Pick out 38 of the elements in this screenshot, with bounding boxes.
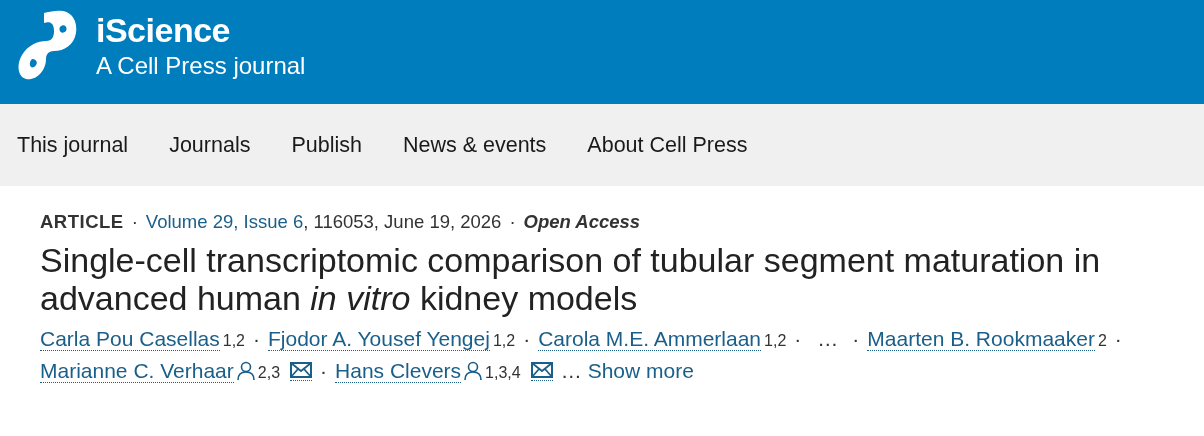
author-link[interactable]: Hans Clevers	[335, 360, 462, 383]
issue-link[interactable]: Volume 29, Issue 6	[145, 211, 304, 233]
author-link[interactable]: Marianne C. Verhaar	[40, 360, 234, 383]
nav-link[interactable]: About Cell Press	[587, 132, 748, 158]
separator-dot: ·	[253, 326, 260, 352]
separator-dot: ·	[320, 358, 328, 384]
author-link[interactable]: Carla Pou Casellas	[40, 328, 220, 351]
affiliation-numbers: 2,3	[257, 365, 281, 381]
email-icon[interactable]	[290, 362, 313, 381]
affiliation-numbers: 2	[1097, 333, 1107, 349]
nav-link[interactable]: News & events	[402, 132, 547, 158]
affiliation-numbers: 1,2	[764, 333, 787, 349]
article-info: , 116053, June 19, 2026	[303, 211, 502, 233]
separator-dot: ·	[794, 326, 802, 352]
ellipsis: …	[817, 326, 839, 352]
separator-dot: ·	[852, 326, 860, 352]
nav-link[interactable]: Publish	[291, 132, 362, 158]
email-icon[interactable]	[530, 362, 553, 381]
article-type: ARTICLE	[40, 211, 124, 233]
journal-tagline: A Cell Press journal	[96, 51, 306, 81]
nav-link[interactable]: This journal	[17, 132, 129, 158]
show-more-link[interactable]: Show more	[587, 355, 694, 387]
separator-dot: ·	[509, 211, 516, 233]
journal-name[interactable]: iScience	[96, 10, 306, 50]
affiliation-numbers: 1,2	[492, 333, 516, 349]
affiliation-numbers: 1,3,4	[485, 365, 521, 381]
logo-icon[interactable]	[18, 9, 78, 81]
affiliation-numbers: 1,2	[222, 333, 245, 349]
access-label: Open Access	[523, 211, 641, 233]
author-link[interactable]: Fjodor A. Yousef Yengej	[268, 328, 490, 351]
ellipsis: …	[560, 358, 582, 384]
author-link[interactable]: Carola M.E. Ammerlaan	[538, 328, 762, 351]
author-link[interactable]: Maarten B. Rookmaaker	[867, 328, 1095, 351]
nav-link[interactable]: Journals	[169, 132, 251, 158]
separator-dot: ·	[523, 326, 531, 352]
separator-dot: ·	[131, 211, 138, 233]
article-title: Single-cell transcriptomic comparison of tubular segment maturation in advanced human in vitro kidney models	[40, 241, 1102, 317]
separator-dot: ·	[1114, 326, 1122, 352]
